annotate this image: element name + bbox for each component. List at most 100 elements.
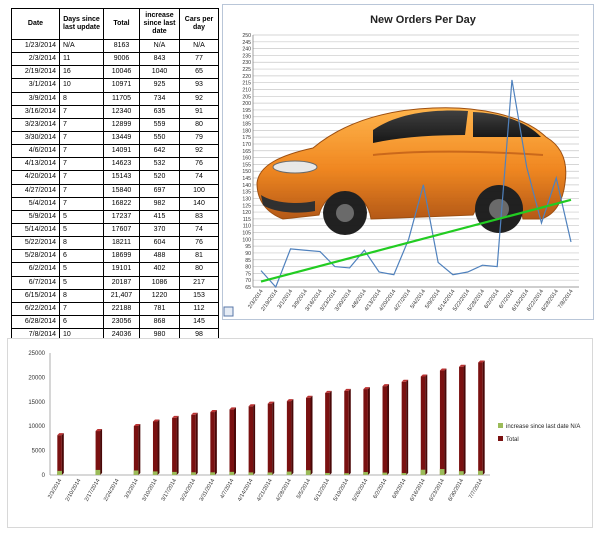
x-tick-label: 7/7/2014 xyxy=(468,478,484,500)
table-row: 3/23/2014 7 12899 559 80 xyxy=(11,117,219,132)
y-tick-label: 100 xyxy=(242,237,251,243)
x-tick-label: 6/30/2014 xyxy=(447,478,465,503)
table-cell: 92 xyxy=(179,91,219,106)
total-bar-side xyxy=(310,395,313,475)
table-cell: 2/3/2014 xyxy=(11,52,60,67)
table-cell: 3/23/2014 xyxy=(11,117,60,132)
table-row: 4/6/2014 7 14091 642 92 xyxy=(11,144,219,159)
table-cell: N/A xyxy=(179,38,219,54)
table-cell: 3/1/2014 xyxy=(11,78,60,93)
y-tick-label: 90 xyxy=(245,251,251,257)
new-orders-per-day-chart: New Orders Per Day 657075808590951001051… xyxy=(223,14,579,317)
table-cell: 77 xyxy=(179,52,219,67)
table-cell: 4/20/2014 xyxy=(11,170,60,185)
total-bar xyxy=(382,386,388,475)
total-bar xyxy=(420,376,426,475)
x-tick-label: 6/23/2014 xyxy=(428,478,446,503)
increase-bar xyxy=(401,473,407,475)
chart-corner-icon[interactable] xyxy=(223,306,234,317)
table-cell: 6/2/2014 xyxy=(11,262,60,277)
increase-bar xyxy=(382,472,388,475)
table-cell: 8 xyxy=(59,236,104,251)
y-tick-label: 25000 xyxy=(28,351,45,357)
total-bar xyxy=(325,392,330,475)
table-cell: 18211 xyxy=(103,236,140,251)
y-tick-label: 180 xyxy=(242,128,251,134)
table-cell: 8 xyxy=(59,91,104,106)
total-bar xyxy=(286,401,292,475)
increase-bar xyxy=(363,472,369,475)
table-row: 3/30/2014 7 13449 550 79 xyxy=(11,130,219,146)
table-cell: 3/9/2014 xyxy=(11,91,60,106)
total-bar xyxy=(152,421,158,475)
table-cell: 16822 xyxy=(103,196,140,211)
table-cell: 11 xyxy=(59,52,104,67)
increase-bar xyxy=(248,472,254,475)
table-row: 5/14/2014 5 17607 370 74 xyxy=(11,222,219,238)
x-tick-label: 7/8/2014 xyxy=(557,289,574,310)
table-cell: 153 xyxy=(179,288,219,303)
table-row: 3/16/2014 7 12340 635 91 xyxy=(11,104,219,119)
increase-bar xyxy=(191,472,196,475)
table-cell: N/A xyxy=(139,38,180,54)
table-cell: 21,407 xyxy=(103,288,140,303)
y-tick-label: 0 xyxy=(42,473,46,479)
y-tick-label: 20000 xyxy=(28,375,45,381)
total-bar xyxy=(478,362,483,475)
total-bar xyxy=(133,425,139,475)
table-cell: 81 xyxy=(179,249,219,264)
x-tick-label: 2/3/2014 xyxy=(47,478,63,500)
total-bar-side xyxy=(176,415,179,475)
y-tick-label: 200 xyxy=(242,101,251,107)
y-tick-label: 75 xyxy=(245,271,251,277)
total-bar xyxy=(248,406,254,475)
total-bar xyxy=(401,381,407,475)
x-tick-label: 4/21/2014 xyxy=(256,478,274,503)
table-cell: 14091 xyxy=(103,144,140,159)
table-cell: 925 xyxy=(139,78,180,93)
table-cell: 1/23/2014 xyxy=(11,38,60,54)
table-cell: 7 xyxy=(59,157,104,172)
table-cell: 1220 xyxy=(139,288,180,303)
table-cell: 76 xyxy=(179,157,219,172)
table-cell: 74 xyxy=(179,170,219,185)
y-tick-label: 105 xyxy=(242,231,251,237)
table-cell: 550 xyxy=(139,130,180,146)
table-cell: 17237 xyxy=(103,209,140,224)
y-tick-label: 15000 xyxy=(28,400,45,406)
increase-bar xyxy=(229,471,235,475)
legend-swatch xyxy=(498,436,503,441)
y-tick-label: 210 xyxy=(242,87,251,93)
y-tick-label: 150 xyxy=(242,169,251,175)
table-cell: 4/27/2014 xyxy=(11,183,60,198)
table-row: 5/4/2014 7 16822 982 140 xyxy=(11,196,219,211)
table-cell: 4/6/2014 xyxy=(11,144,60,159)
table-cell: 10971 xyxy=(103,78,140,93)
x-tick-label: 5/5/2014 xyxy=(296,478,312,500)
total-bar-side xyxy=(157,419,160,475)
legend-label: Total xyxy=(506,437,519,443)
y-tick-label: 80 xyxy=(245,265,251,271)
table-cell: 65 xyxy=(179,65,219,80)
table-row: 1/23/2014 N/A 8163 N/A N/A xyxy=(11,38,219,54)
table-cell: 5 xyxy=(59,222,104,238)
table-cell: 18699 xyxy=(103,249,140,264)
column-header: Date xyxy=(11,8,60,40)
total-bar-side xyxy=(348,388,351,475)
total-bar xyxy=(172,417,177,475)
table-cell: 9006 xyxy=(103,52,140,67)
table-cell: 5/9/2014 xyxy=(11,209,60,224)
table-cell: 15143 xyxy=(103,170,140,185)
total-bar-side xyxy=(329,390,332,475)
legend-label: increase since last date N/A xyxy=(506,424,580,430)
table-cell: 843 xyxy=(139,52,180,67)
orders-data-table: Date Days since last update Total increase … xyxy=(11,8,219,369)
y-tick-label: 140 xyxy=(242,183,251,189)
table-row: 6/2/2014 5 19101 402 80 xyxy=(11,262,219,277)
table-cell: 868 xyxy=(139,314,180,330)
total-bar-side xyxy=(233,407,236,475)
x-tick-label: 3/24/2014 xyxy=(180,478,198,503)
table-row: 2/19/2014 16 10046 1040 65 xyxy=(11,65,219,80)
total-bar-side xyxy=(482,360,485,475)
y-tick-label: 225 xyxy=(242,67,251,73)
